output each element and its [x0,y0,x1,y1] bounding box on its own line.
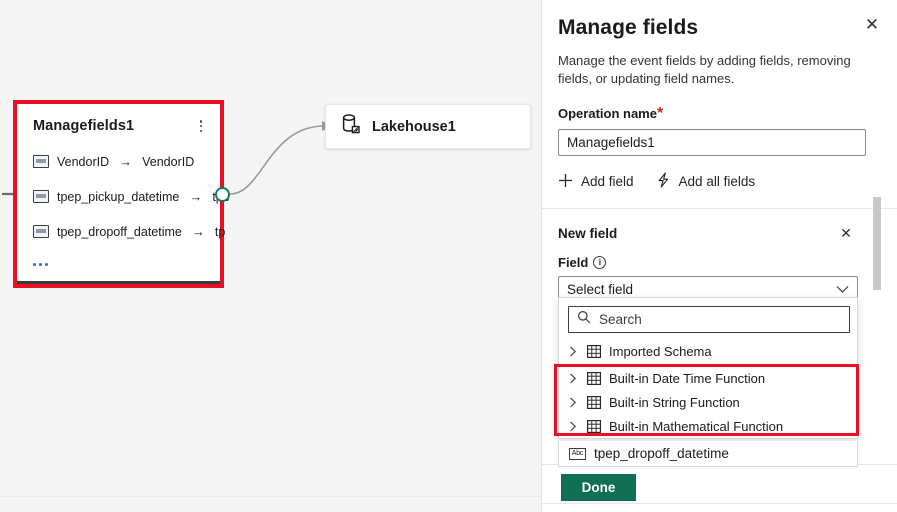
app-root: Managefields1 VendorID → VendorID tpep_p… [0,0,897,512]
dropdown-search-wrap: Search [559,298,857,339]
search-icon [577,310,591,329]
add-actions-row: Add field Add all fields [558,169,881,195]
section-divider [542,207,897,209]
pipeline-canvas[interactable]: Managefields1 VendorID → VendorID tpep_p… [0,0,541,512]
dropdown-item-tpep-dropoff-datetime[interactable]: Abc tpep_dropoff_datetime [558,441,858,467]
field-label: Field [558,254,589,270]
node-more-options-icon[interactable] [194,117,208,135]
node-output-port[interactable] [215,187,230,202]
operation-name-label: Operation name [558,105,657,121]
required-marker: * [656,104,664,122]
dropdown-item-label: Imported Schema [609,343,712,359]
map-arrow-icon: → [189,189,203,204]
node-lakehouse1[interactable]: Lakehouse1 [325,104,531,149]
dropdown-item-label: Built-in Mathematical Function [609,418,784,434]
info-icon[interactable]: i [593,255,607,269]
node-field-row[interactable]: tpep_dropoff_datetime → tp [33,224,225,239]
panel-vertical-scrollbar-thumb[interactable] [873,197,881,290]
done-button[interactable]: Done [561,474,636,501]
dropdown-item-label: Built-in String Function [609,394,740,410]
chevron-right-icon[interactable] [569,421,579,432]
table-icon [587,395,601,409]
select-field-value: Select field [567,282,634,298]
chevron-right-icon[interactable] [569,397,579,408]
node-field-row[interactable]: tpep_pickup_datetime → tpe [33,189,230,204]
page-title: Manage fields [558,16,699,39]
dropdown-item-imported-schema[interactable]: Imported Schema [559,339,857,363]
dropdown-item-builtin-mathematical-function[interactable]: Built-in Mathematical Function [559,414,857,438]
dropdown-item-builtin-date-time-function[interactable]: Built-in Date Time Function [559,366,857,390]
footer-divider [542,503,897,504]
field-source-name: tpep_dropoff_datetime [57,224,182,239]
abc-icon: Abc [569,447,586,460]
table-icon [587,344,601,358]
table-icon [587,419,601,433]
lakehouse-icon [342,113,361,140]
manage-fields-panel: Manage fields ✕ Manage the event fields … [541,0,897,512]
close-icon[interactable]: ✕ [857,10,887,40]
dropdown-item-label: tpep_dropoff_datetime [594,446,729,461]
add-field-button[interactable]: Add field [558,173,634,191]
lightning-bolt-icon [656,172,671,191]
new-field-close-icon[interactable]: ✕ [833,221,859,247]
node-field-row[interactable]: VendorID → VendorID [33,154,194,169]
field-type-icon [33,190,49,203]
field-target-name: VendorID [142,154,195,169]
field-label-row: Field i [558,255,881,270]
field-source-name: tpep_pickup_datetime [57,189,180,204]
field-dropdown-list[interactable]: Search Imported Schema Built-in Date Tim… [558,297,858,439]
panel-header: Manage fields ✕ [542,0,897,40]
panel-footer: Done [542,464,897,512]
node-title: Managefields1 [33,118,135,134]
chevron-right-icon[interactable] [569,346,579,357]
dropdown-item-label: Built-in Date Time Function [609,370,766,386]
new-field-title: New field [558,226,618,242]
node-more-fields-ellipsis-icon[interactable] [33,256,48,266]
map-arrow-icon: → [119,154,133,169]
node-body: Managefields1 VendorID → VendorID tpep_p… [17,104,230,284]
field-type-icon [33,155,49,168]
table-icon [587,371,601,385]
add-field-label: Add field [581,174,634,190]
field-target-name: tp [214,224,226,239]
new-field-section: New field ✕ Field i Select field [542,217,897,304]
add-all-fields-label: Add all fields [678,174,756,190]
panel-description: Manage the event fields by adding fields… [558,53,851,87]
new-field-header: New field ✕ [558,217,881,251]
canvas-horizontal-scrollbar[interactable] [0,497,541,505]
search-input[interactable]: Search [568,306,850,333]
field-source-name: VendorID [57,154,110,169]
operation-name-label-row: Operation name* [558,105,881,123]
plus-icon [558,173,573,191]
chevron-right-icon[interactable] [569,373,579,384]
operation-name-input[interactable] [558,128,866,156]
node-managefields1[interactable]: Managefields1 VendorID → VendorID tpep_p… [13,100,230,288]
lakehouse-title: Lakehouse1 [372,118,456,135]
map-arrow-icon: → [191,224,205,239]
search-placeholder: Search [599,312,642,327]
field-type-icon [33,225,49,238]
dropdown-item-builtin-string-function[interactable]: Built-in String Function [559,390,857,414]
add-all-fields-button[interactable]: Add all fields [656,172,756,191]
